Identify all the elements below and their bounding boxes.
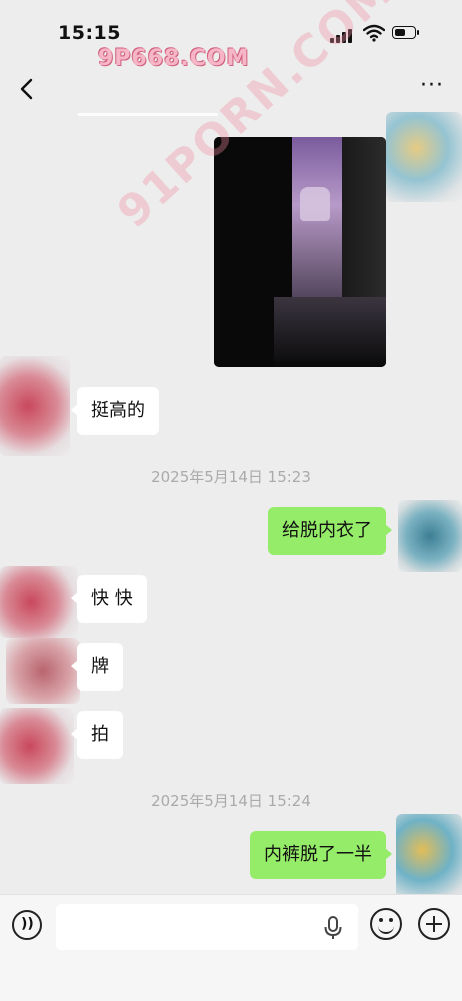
chevron-left-icon[interactable] — [14, 74, 42, 104]
image-message[interactable] — [214, 137, 386, 367]
status-time: 15:15 — [58, 22, 121, 44]
smiley-icon — [379, 918, 383, 922]
incoming-message-bubble[interactable]: 挺高的 — [71, 387, 159, 435]
voice-wave-icon: )) — [21, 916, 34, 932]
outgoing-message-bubble[interactable]: 给脱内衣了 — [268, 507, 392, 555]
more-options-button[interactable]: ··· — [420, 75, 444, 97]
photo-figure — [300, 187, 330, 221]
outgoing-avatar[interactable] — [398, 500, 462, 572]
message-timestamp: 2025年5月14日 15:24 — [151, 792, 311, 810]
incoming-message-bubble[interactable]: 快 快 — [71, 575, 147, 623]
incoming-avatar[interactable] — [0, 356, 70, 456]
outgoing-avatar[interactable] — [386, 112, 462, 202]
battery-level — [395, 29, 406, 36]
voice-input-button[interactable]: )) — [12, 910, 42, 940]
incoming-avatar[interactable] — [6, 638, 80, 704]
message-timestamp: 2025年5月14日 15:23 — [151, 468, 311, 486]
incoming-avatar[interactable] — [0, 708, 74, 784]
incoming-message-bubble[interactable]: 拍 — [71, 711, 123, 759]
photo-doorway — [292, 137, 342, 307]
outgoing-avatar[interactable] — [396, 814, 462, 904]
microphone-icon[interactable] — [322, 915, 344, 941]
photo-floor — [274, 297, 386, 367]
input-bar: )) — [0, 894, 462, 1001]
outgoing-message-bubble[interactable]: 内裤脱了一半 — [250, 831, 392, 879]
message-input[interactable] — [56, 904, 358, 950]
battery-icon — [392, 26, 419, 39]
divider — [78, 113, 218, 116]
add-attachment-button[interactable] — [418, 908, 450, 940]
incoming-message-bubble[interactable]: 牌 — [71, 643, 123, 691]
emoji-button[interactable] — [370, 908, 402, 940]
incoming-avatar[interactable] — [0, 566, 78, 638]
